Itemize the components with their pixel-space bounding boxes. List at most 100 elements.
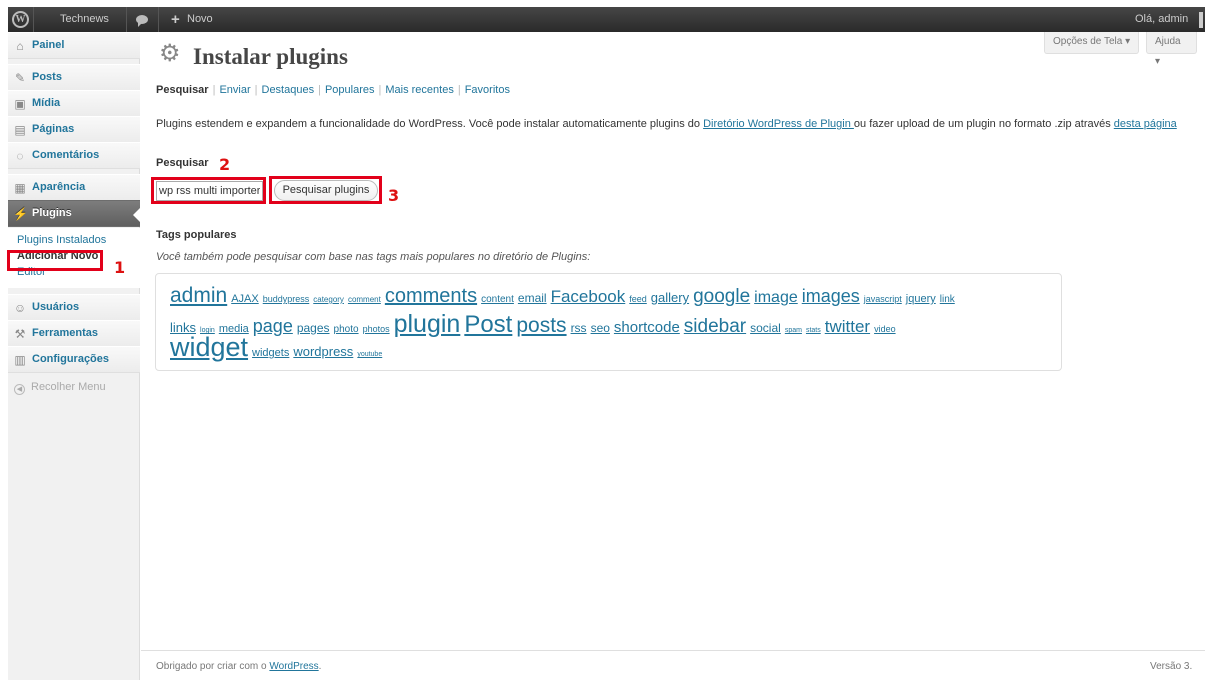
tag-cloud: admin AJAX buddypress category comment commen… <box>155 273 1062 371</box>
tag-link-admin[interactable]: admin <box>170 284 227 307</box>
submenu-adicionar-novo[interactable]: Adicionar Novo <box>17 249 98 264</box>
plugin-directory-link[interactable]: Diretório WordPress de Plugin <box>703 118 854 130</box>
footer-thanks-text: Obrigado por criar com o <box>156 661 270 672</box>
tag-link-sidebar[interactable]: sidebar <box>684 316 746 337</box>
tag-link-plugin[interactable]: plugin <box>394 310 461 338</box>
sidebar-item-plugins[interactable]: ⚡ Plugins <box>8 200 141 227</box>
tag-link-feed[interactable]: feed <box>629 294 647 304</box>
search-label: Pesquisar <box>156 157 209 169</box>
upload-page-link[interactable]: desta página <box>1114 118 1177 130</box>
tag-link-wordpress[interactable]: wordpress <box>293 344 353 359</box>
tag-line: admin AJAX buddypress category comment commen… <box>170 284 959 308</box>
tab-enviar[interactable]: Enviar <box>219 84 250 96</box>
screen-options-tab[interactable]: Opções de Tela ▾ <box>1044 32 1140 54</box>
tag-link-social[interactable]: social <box>750 321 781 335</box>
tag-link-javascript[interactable]: javascript <box>864 294 902 304</box>
settings-icon: ▥ <box>14 353 26 367</box>
avatar[interactable] <box>1199 12 1203 28</box>
separator <box>158 7 159 32</box>
pages-icon: ▤ <box>14 123 26 137</box>
tag-link-rss[interactable]: rss <box>571 321 587 335</box>
search-plugins-button[interactable]: Pesquisar plugins <box>274 180 378 201</box>
tag-link-shortcode[interactable]: shortcode <box>614 319 680 336</box>
pin-icon: ✎ <box>14 71 26 85</box>
tag-link-video[interactable]: video <box>874 324 896 334</box>
plugin-search-input[interactable] <box>156 181 263 201</box>
users-icon: ☺ <box>13 301 27 315</box>
comments-bubble-icon[interactable] <box>136 15 148 27</box>
submenu-editor[interactable]: Editor <box>17 265 46 280</box>
separator <box>33 7 34 32</box>
tag-link-image[interactable]: image <box>754 289 798 306</box>
intro-text-middle: ou fazer upload de um plugin no formato … <box>853 118 1114 130</box>
submenu-plugins-instalados[interactable]: Plugins Instalados <box>17 233 106 248</box>
tag-link-posts[interactable]: posts <box>516 314 566 337</box>
sidebar-item-painel[interactable]: ⌂ Painel <box>8 32 140 59</box>
tag-link-twitter[interactable]: twitter <box>825 317 870 336</box>
tab-mais-recentes[interactable]: Mais recentes <box>385 84 453 96</box>
site-name-link[interactable]: Technews <box>60 7 109 32</box>
home-icon: ⌂ <box>16 39 24 53</box>
sidebar-item-aparencia[interactable]: ▦ Aparência <box>8 174 140 201</box>
plus-icon[interactable]: + <box>171 7 180 32</box>
sidebar-item-posts[interactable]: ✎ Posts <box>8 64 140 91</box>
sidebar-item-comentarios[interactable]: ◌ Comentários <box>8 142 140 169</box>
sidebar-item-configuracoes[interactable]: ▥ Configurações <box>8 346 140 373</box>
wordpress-link[interactable]: WordPress <box>269 661 318 672</box>
tag-link-youtube[interactable]: youtube <box>357 351 382 358</box>
tag-link-ajax[interactable]: AJAX <box>231 293 259 305</box>
sidebar-item-paginas[interactable]: ▤ Páginas <box>8 116 140 143</box>
howdy-link[interactable]: Olá, admin <box>1135 7 1188 32</box>
sidebar-item-label: Aparência <box>32 181 86 193</box>
sidebar-item-midia[interactable]: ▣ Mídia <box>8 90 140 117</box>
tag-link-link[interactable]: link <box>940 294 955 305</box>
tag-link-spam[interactable]: spam <box>785 327 802 334</box>
tag-link-content[interactable]: content <box>481 294 514 305</box>
sidebar-item-label: Plugins <box>32 207 72 219</box>
help-label: Ajuda <box>1155 36 1181 47</box>
plugin-icon: ⚡ <box>13 207 28 221</box>
screen-options-label: Opções de Tela <box>1053 36 1123 47</box>
separator <box>126 7 127 32</box>
tab-populares[interactable]: Populares <box>325 84 375 96</box>
sidebar-item-label: Painel <box>32 39 65 51</box>
annotation-number-2: 2 <box>219 155 231 174</box>
tag-link-buddypress[interactable]: buddypress <box>263 294 310 304</box>
tools-icon: ⚒ <box>14 327 26 341</box>
tag-link-post[interactable]: Post <box>464 311 512 338</box>
tag-line: widget widgets wordpress youtube <box>170 332 386 363</box>
tag-link-seo[interactable]: seo <box>591 321 610 335</box>
tab-pesquisar[interactable]: Pesquisar <box>156 84 209 96</box>
sidebar-item-ferramentas[interactable]: ⚒ Ferramentas <box>8 320 140 347</box>
collapse-menu-button[interactable]: ◀ Recolher Menu <box>14 381 106 395</box>
tag-link-email[interactable]: email <box>518 291 547 305</box>
sidebar-item-usuarios[interactable]: ☺ Usuários <box>8 294 140 321</box>
intro-text-start: Plugins estendem e expandem a funcionali… <box>156 118 704 130</box>
tag-link-gallery[interactable]: gallery <box>651 290 689 305</box>
annotation-number-1: 1 <box>114 258 126 277</box>
footer-version: Versão 3. <box>1150 661 1193 672</box>
plugins-page-icon: ⚙ <box>159 40 181 67</box>
wordpress-logo-icon[interactable]: W <box>12 11 29 28</box>
tag-link-images[interactable]: images <box>802 286 860 306</box>
tag-link-jquery[interactable]: jquery <box>906 293 936 305</box>
help-tab[interactable]: Ajuda ▾ <box>1146 32 1197 67</box>
page-title: Instalar plugins <box>193 44 348 69</box>
tag-link-google[interactable]: google <box>693 286 750 307</box>
admin-bar: W Technews + Novo Olá, admin <box>8 7 1205 32</box>
sidebar-item-label: Páginas <box>32 123 75 135</box>
tag-link-widget[interactable]: widget <box>170 332 248 362</box>
tag-link-stats[interactable]: stats <box>806 327 821 334</box>
tab-destaques[interactable]: Destaques <box>262 84 315 96</box>
popular-tags-description: Você também pode pesquisar com base nas … <box>156 251 591 263</box>
tag-link-comments[interactable]: comments <box>385 285 477 307</box>
tag-link-category[interactable]: category <box>313 295 344 304</box>
tab-favoritos[interactable]: Favoritos <box>465 84 510 96</box>
sidebar-item-label: Posts <box>32 71 62 83</box>
new-content-link[interactable]: Novo <box>187 7 213 32</box>
install-tabs: Pesquisar | Enviar | Destaques | Populares | Mai… <box>156 84 510 96</box>
collapse-arrow-icon: ◀ <box>14 384 25 395</box>
tag-link-widgets[interactable]: widgets <box>252 347 289 359</box>
tag-link-comment[interactable]: comment <box>348 295 381 304</box>
tag-link-facebook[interactable]: Facebook <box>551 287 626 306</box>
